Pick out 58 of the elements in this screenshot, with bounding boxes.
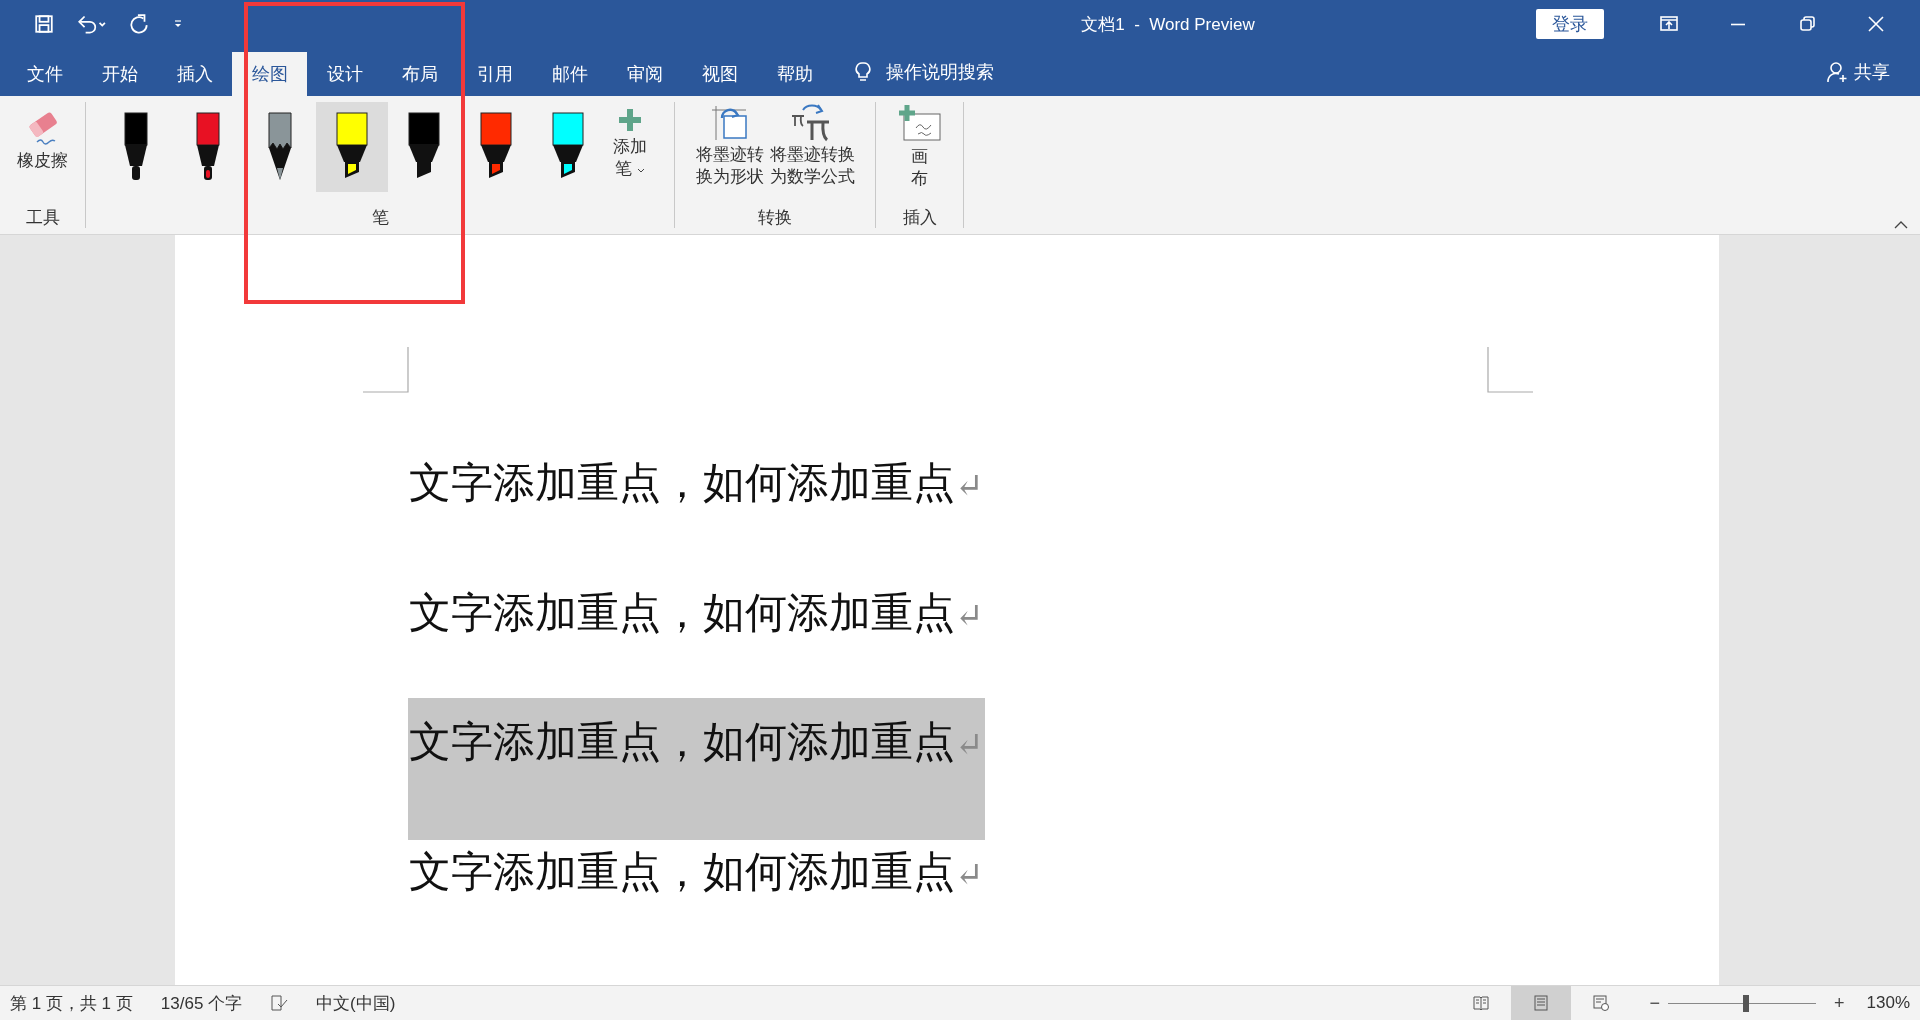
selected-paragraph: 文字添加重点，如何添加重点↵ [408, 698, 985, 840]
proofing-icon[interactable] [270, 995, 289, 1011]
paragraph-mark: ↵ [955, 467, 984, 504]
plus-icon [616, 106, 644, 134]
canvas-button[interactable]: 画 布 [894, 102, 945, 192]
add-person-icon [1826, 61, 1848, 83]
minimize-icon [1729, 22, 1746, 26]
paragraph: 文字添加重点，如何添加重点↵ [408, 847, 985, 897]
tell-me-search[interactable]: 操作说明搜索 [886, 60, 994, 84]
zoom-level[interactable]: 130% [1866, 993, 1910, 1013]
print-view-icon [1533, 995, 1550, 1011]
zoom-out-button[interactable]: − [1641, 992, 1668, 1014]
ribbon-tab[interactable]: 绘图 [232, 52, 307, 96]
web-view-icon [1593, 995, 1610, 1011]
collapse-ribbon-button[interactable] [1894, 220, 1908, 230]
convert-shape-button[interactable]: 将墨迹转 换为形状 [692, 102, 767, 190]
window-title: 文档1 - Word Preview [1080, 13, 1256, 36]
ribbon-tab[interactable]: 文件 [7, 52, 82, 96]
paragraph-mark: ↵ [955, 596, 984, 634]
group-label: 转换 [757, 207, 793, 228]
language-indicator[interactable]: 中文(中国) [316, 991, 396, 1015]
ribbon-tab[interactable]: 帮助 [757, 52, 832, 96]
read-view-icon [1473, 995, 1490, 1011]
group-label: 插入 [901, 207, 938, 228]
ribbon-tab[interactable]: 视图 [682, 52, 757, 96]
margin-corner-mark [363, 347, 409, 393]
convert-math-button[interactable]: 将墨迹转换 为数学公式 [766, 102, 858, 190]
margin-corner-mark [1487, 347, 1533, 393]
group-label: 笔 [370, 207, 390, 228]
share-button[interactable]: 共享 [1826, 60, 1890, 84]
page-count[interactable]: 第 1 页，共 1 页 [10, 991, 133, 1015]
paragraph-mark: ↵ [955, 726, 984, 763]
ribbon-tab[interactable]: 设计 [307, 52, 382, 96]
ribbon-tab[interactable]: 插入 [157, 52, 232, 96]
caret-icon [636, 168, 645, 174]
zoom-in-button[interactable]: + [1826, 992, 1853, 1014]
close-icon [1865, 14, 1886, 34]
save-icon [34, 14, 54, 34]
word-count[interactable]: 13/65 个字 [160, 991, 243, 1015]
add-pen-button[interactable]: 添加 笔 [610, 102, 650, 182]
undo-icon [76, 14, 106, 34]
eraser-button[interactable]: 橡皮擦 [14, 102, 71, 174]
ribbon-tab[interactable]: 邮件 [532, 52, 607, 96]
ribbon-tab[interactable]: 引用 [457, 52, 532, 96]
ribbon-tab[interactable]: 审阅 [607, 52, 682, 96]
zoom-slider-thumb[interactable] [1743, 994, 1750, 1012]
ribbon-tab[interactable]: 开始 [82, 52, 157, 96]
paragraph-mark: ↵ [955, 855, 984, 893]
ribbon-display-icon [1658, 14, 1679, 34]
lightbulb-icon [854, 61, 872, 83]
group-label: 工具 [24, 207, 61, 228]
highlighter-button[interactable] [316, 102, 388, 192]
ribbon-tab[interactable]: 布局 [382, 52, 457, 96]
sign-in-button[interactable]: 登录 [1536, 9, 1604, 39]
canvas-icon [897, 104, 942, 144]
redo-icon [128, 13, 150, 35]
paragraph: 文字添加重点，如何添加重点↵ [408, 459, 985, 508]
dropdown-icon [172, 18, 184, 30]
